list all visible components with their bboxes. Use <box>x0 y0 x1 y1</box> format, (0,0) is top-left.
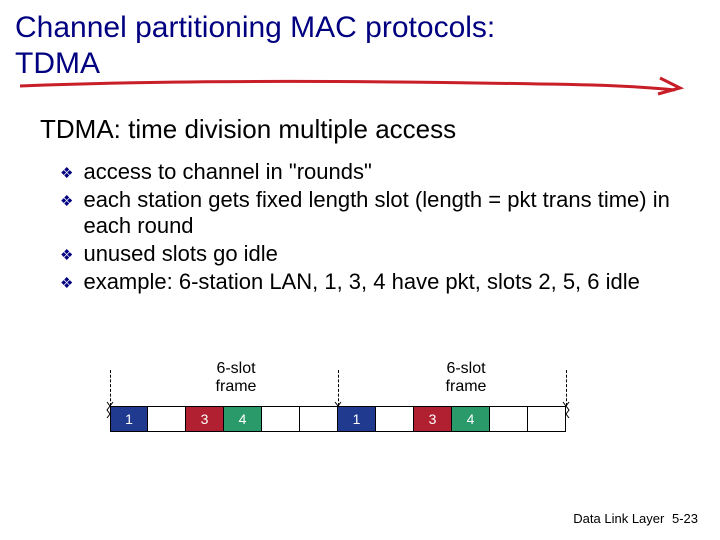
bullet-list: ❖ access to channel in "rounds" ❖ each s… <box>0 153 720 295</box>
slot-4b: 4 <box>452 406 490 432</box>
slot-5b <box>490 406 528 432</box>
title-line-1: Channel partitioning MAC protocols: <box>15 11 495 44</box>
slot-2a <box>148 406 186 432</box>
slot-4a: 4 <box>224 406 262 432</box>
bullet-item: ❖ each station gets fixed length slot (l… <box>60 187 680 239</box>
title-line-2: TDMA <box>15 47 100 80</box>
slot-row: 1 3 4 1 3 4 <box>110 406 610 432</box>
slot-1a: 1 <box>110 406 148 432</box>
slot-6b <box>528 406 566 432</box>
bullet-item: ❖ access to channel in "rounds" <box>60 159 680 185</box>
slot-3a: 3 <box>186 406 224 432</box>
bullet-text: access to channel in "rounds" <box>83 159 680 185</box>
slide-footer: Data Link Layer 5-23 <box>573 511 698 526</box>
bullet-icon: ❖ <box>60 247 73 265</box>
bullet-item: ❖ unused slots go idle <box>60 241 680 267</box>
slot-1b: 1 <box>338 406 376 432</box>
footer-page: 5-23 <box>672 511 698 526</box>
bullet-icon: ❖ <box>60 165 73 183</box>
bullet-text: unused slots go idle <box>83 241 680 267</box>
bullet-text: each station gets fixed length slot (len… <box>83 187 680 239</box>
bullet-item: ❖ example: 6-station LAN, 1, 3, 4 have p… <box>60 269 680 295</box>
slot-6a <box>300 406 338 432</box>
frame-label-2: 6-slot frame <box>436 360 496 395</box>
frame-label-1: 6-slot frame <box>206 360 266 395</box>
bullet-icon: ❖ <box>60 193 73 211</box>
bullet-icon: ❖ <box>60 275 73 293</box>
slot-5a <box>262 406 300 432</box>
slot-3b: 3 <box>414 406 452 432</box>
slide-title: Channel partitioning MAC protocols: TDMA <box>0 0 720 82</box>
footer-label: Data Link Layer <box>573 511 664 526</box>
subtitle: TDMA: time division multiple access <box>0 82 720 153</box>
slot-2b <box>376 406 414 432</box>
tdma-diagram: 6-slot frame 6-slot frame 1 3 4 1 3 4 <box>110 360 610 432</box>
bullet-text: example: 6-station LAN, 1, 3, 4 have pkt… <box>83 269 680 295</box>
